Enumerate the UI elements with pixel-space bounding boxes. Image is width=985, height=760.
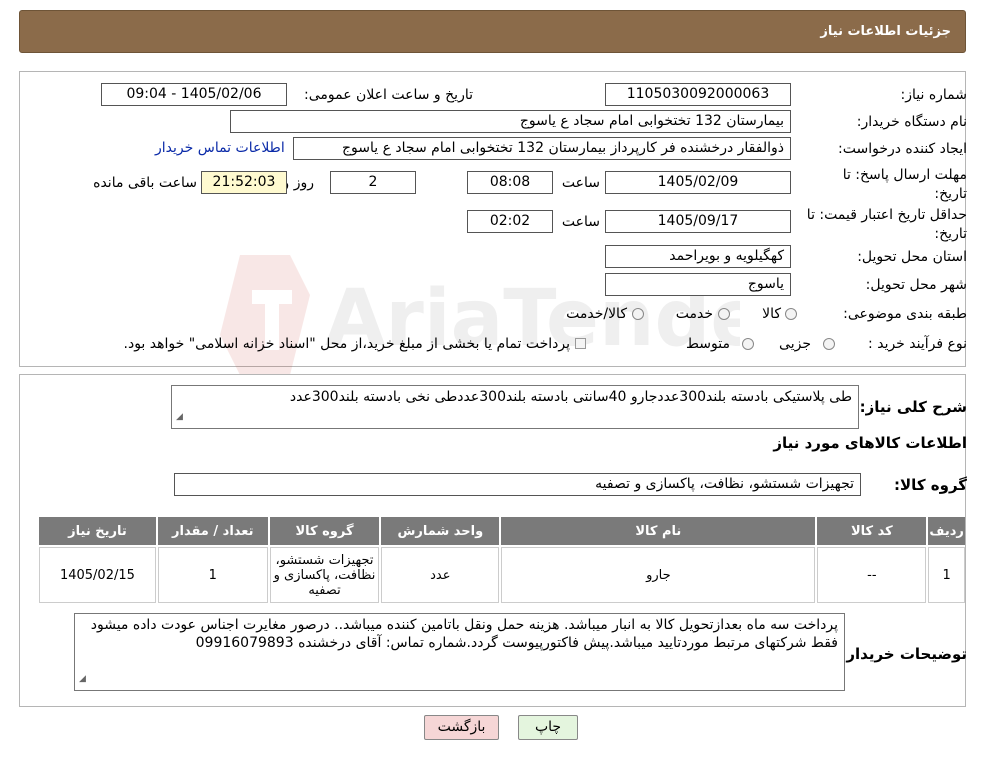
reply-days-field[interactable]: 2 xyxy=(330,171,416,194)
requester-field[interactable]: ذوالفقار درخشنده فر کارپرداز بیمارستان 1… xyxy=(293,137,791,160)
cell-unit: عدد xyxy=(381,547,500,603)
remaining-time-field: 21:52:03 xyxy=(201,171,287,194)
back-button[interactable]: بازگشت xyxy=(424,715,499,740)
purchase-type-radio-partial[interactable] xyxy=(823,338,835,350)
buyer-org-field[interactable]: بیمارستان 132 تختخوابی امام سجاد ع یاسوج xyxy=(230,110,791,133)
city-label: شهر محل تحویل: xyxy=(865,277,967,293)
reply-deadline-label-line1: مهلت ارسال پاسخ: تا xyxy=(842,167,967,183)
print-button[interactable]: چاپ xyxy=(518,715,578,740)
cell-item-group: تجهیزات شستشو، نظافت، پاکسازی و تصفیه xyxy=(269,547,380,603)
reply-deadline-label-line2: تاریخ: xyxy=(934,186,967,202)
reply-deadline-time-label: ساعت xyxy=(561,175,600,191)
table-row: 1 -- جارو عدد تجهیزات شستشو، نظافت، پاکس… xyxy=(39,547,965,603)
col-item-group: گروه کالا xyxy=(269,517,380,545)
category-option-service: خدمت xyxy=(675,306,713,322)
city-field[interactable]: یاسوج xyxy=(605,273,791,296)
purchase-type-option-partial: جزیی xyxy=(779,336,811,352)
province-field[interactable]: کهگیلویه و بویراحمد xyxy=(605,245,791,268)
page-header: جزئیات اطلاعات نیاز xyxy=(19,10,966,53)
buyer-notes-textarea[interactable]: پرداخت سه ماه بعدازتحویل کالا به انبار م… xyxy=(74,613,845,691)
treasury-checkbox[interactable] xyxy=(575,338,586,349)
cell-item-name: جارو xyxy=(501,547,816,603)
buyer-org-label: نام دستگاه خریدار: xyxy=(856,114,967,130)
purchase-type-option-medium: متوسط xyxy=(686,336,730,352)
col-unit: واحد شمارش xyxy=(381,517,500,545)
price-validity-date-field[interactable]: 1405/09/17 xyxy=(605,210,791,233)
reply-deadline-date-field[interactable]: 1405/02/09 xyxy=(605,171,791,194)
remaining-time-label: ساعت باقی مانده xyxy=(93,175,197,191)
buyer-notes-label: توضیحات خریدار: xyxy=(840,645,967,663)
reply-days-label: روز و xyxy=(282,175,315,191)
need-number-label: شماره نیاز: xyxy=(900,87,968,103)
purchase-type-radio-medium[interactable] xyxy=(742,338,754,350)
reply-deadline-time-field[interactable]: 08:08 xyxy=(467,171,553,194)
summary-label: شرح کلی نیاز: xyxy=(859,398,967,416)
col-item-code: کد کالا xyxy=(817,517,927,545)
goods-group-label: گروه کالا: xyxy=(894,476,967,494)
col-row-number: ردیف xyxy=(928,517,965,545)
category-option-goods-service: کالا/خدمت xyxy=(566,306,627,322)
category-radio-service[interactable] xyxy=(718,308,730,320)
buyer-notes-text: پرداخت سه ماه بعدازتحویل کالا به انبار م… xyxy=(90,617,838,651)
price-validity-time-label: ساعت xyxy=(561,214,600,230)
resize-grip-icon[interactable]: ◢ xyxy=(176,408,183,426)
price-validity-time-field[interactable]: 02:02 xyxy=(467,210,553,233)
category-label: طبقه بندی موضوعی: xyxy=(843,306,967,322)
goods-table: ردیف کد کالا نام کالا واحد شمارش گروه کا… xyxy=(37,515,967,605)
price-validity-label: حداقل تاریخ اعتبار قیمت: تا تاریخ: xyxy=(807,206,967,244)
page-title: جزئیات اطلاعات نیاز xyxy=(820,24,951,39)
cell-need-date: 1405/02/15 xyxy=(39,547,156,603)
province-label: استان محل تحویل: xyxy=(857,249,967,265)
cell-quantity: 1 xyxy=(157,547,268,603)
resize-grip-icon[interactable]: ◢ xyxy=(79,670,86,688)
goods-table-header-row: ردیف کد کالا نام کالا واحد شمارش گروه کا… xyxy=(39,517,965,545)
col-need-date: تاریخ نیاز xyxy=(39,517,156,545)
reply-deadline-label: مهلت ارسال پاسخ: تا تاریخ: xyxy=(843,166,967,204)
requester-label: ایجاد کننده درخواست: xyxy=(838,141,967,157)
price-validity-label-line2: تاریخ: xyxy=(934,226,967,242)
summary-textarea[interactable]: طی پلاستیکی بادسته بلند300عددجارو 40سانت… xyxy=(171,385,859,429)
buyer-contact-link[interactable]: اطلاعات تماس خریدار xyxy=(155,140,285,156)
category-option-goods: کالا xyxy=(762,306,781,322)
purchase-type-label: نوع فرآیند خرید : xyxy=(868,336,967,352)
col-quantity: تعداد / مقدار xyxy=(157,517,268,545)
category-radio-goods-service[interactable] xyxy=(632,308,644,320)
cell-row-number: 1 xyxy=(928,547,965,603)
treasury-note: پرداخت تمام یا بخشی از مبلغ خرید،از محل … xyxy=(123,336,570,352)
need-number-field[interactable]: 1105030092000063 xyxy=(605,83,791,106)
announce-datetime-label: تاریخ و ساعت اعلان عمومی: xyxy=(304,87,473,103)
goods-group-field[interactable]: تجهیزات شستشو، نظافت، پاکسازی و تصفیه xyxy=(174,473,861,496)
price-validity-label-line1: حداقل تاریخ اعتبار قیمت: تا xyxy=(806,207,967,223)
announce-datetime-field[interactable]: 1405/02/06 - 09:04 xyxy=(101,83,287,106)
category-radio-goods[interactable] xyxy=(785,308,797,320)
summary-text: طی پلاستیکی بادسته بلند300عددجارو 40سانت… xyxy=(289,389,852,405)
cell-item-code: -- xyxy=(817,547,927,603)
col-item-name: نام کالا xyxy=(501,517,816,545)
goods-info-title: اطلاعات کالاهای مورد نیاز xyxy=(773,434,967,452)
